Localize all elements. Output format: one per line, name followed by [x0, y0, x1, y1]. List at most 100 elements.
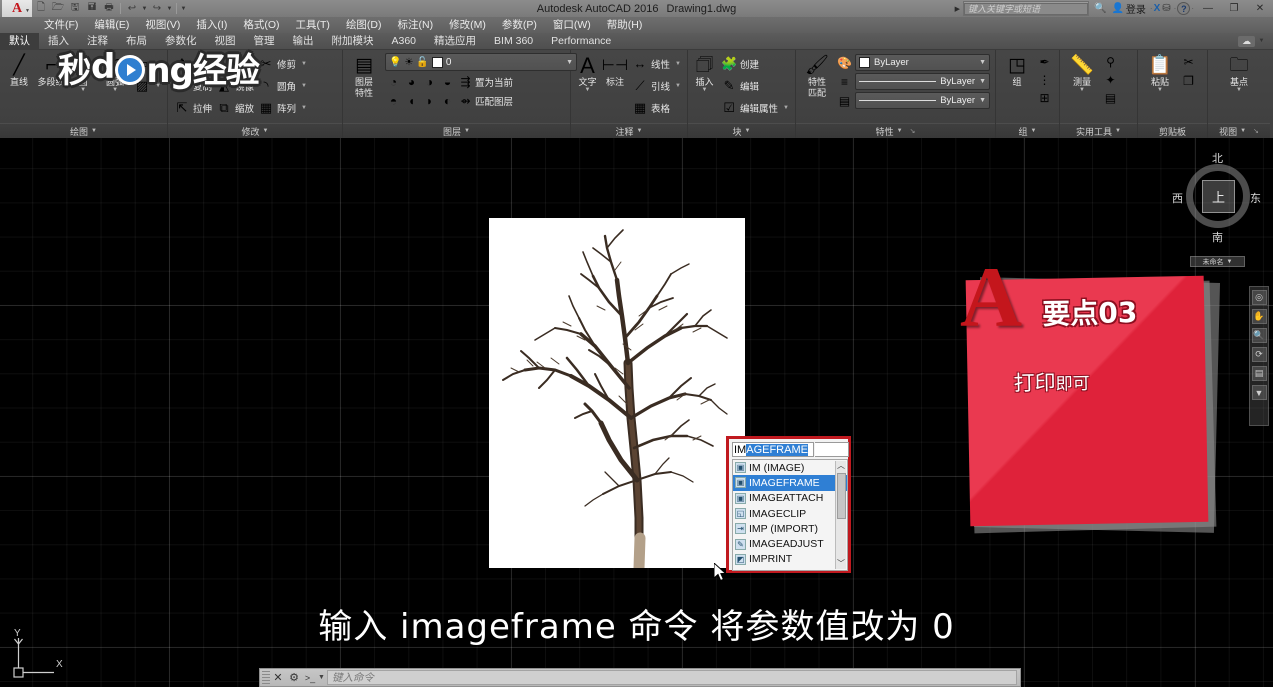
chevron-down-icon[interactable]: ▼ [155, 83, 161, 89]
layer-tool-icon[interactable]: ◒ [439, 73, 456, 90]
command-autocomplete-popup[interactable]: IMAGEFRAME ▣ IM (IMAGE) ▣ IMAGEFRAME ▣ I… [726, 436, 851, 573]
chevron-down-icon[interactable]: ▼ [301, 61, 307, 67]
scroll-down-icon[interactable]: ﹀ [837, 559, 845, 569]
chevron-down-icon[interactable]: ▼ [979, 97, 986, 104]
chevron-down-icon[interactable]: ▼ [263, 128, 269, 134]
suggestion-item-imageattach[interactable]: ▣ IMAGEATTACH [733, 491, 847, 506]
minimize-button[interactable]: — [1195, 0, 1221, 17]
ungroup-icon[interactable]: ✒ [1036, 53, 1053, 70]
chevron-down-icon[interactable]: ▼ [155, 61, 161, 67]
chevron-down-icon[interactable]: ▼ [1079, 87, 1085, 93]
tab-insert[interactable]: 插入 [39, 33, 78, 50]
pan-icon[interactable]: ✋ [1251, 309, 1267, 324]
chevron-down-icon[interactable]: ▼ [1240, 128, 1246, 134]
panel-clipboard-label[interactable]: 剪贴板 [1138, 123, 1207, 138]
dialog-launcher-icon[interactable]: ↘ [1253, 127, 1259, 135]
command-suggestion-list[interactable]: ▣ IM (IMAGE) ▣ IMAGEFRAME ▣ IMAGEATTACH … [732, 459, 848, 571]
tab-parametric[interactable]: 参数化 [156, 33, 206, 50]
chevron-down-icon[interactable]: ▼ [301, 83, 307, 89]
qat-customize-chevron-icon[interactable]: ▼ [180, 6, 187, 12]
menu-item-window[interactable]: 窗口(W) [545, 17, 599, 33]
arc-button[interactable]: ◜ 圆弧 ▼ [100, 53, 130, 93]
panel-modify-label[interactable]: 修改 ▼ [168, 123, 342, 138]
edit-block-button[interactable]: ✎ 编辑 [719, 75, 791, 96]
chevron-down-icon[interactable]: ▼ [745, 128, 751, 134]
group-button[interactable]: ◳ 组 [1000, 53, 1034, 87]
scroll-up-icon[interactable]: ︿ [837, 461, 845, 471]
lineweight-icon[interactable]: ▤ [836, 92, 853, 109]
compass-north[interactable]: 北 [1212, 150, 1223, 166]
suggestion-item-import[interactable]: ⇥ IMP (IMPORT) [733, 521, 847, 536]
polyline-button[interactable]: ⌐ 多段线 [36, 53, 66, 87]
tab-layout[interactable]: 布局 [117, 33, 156, 50]
layer-set-current-icon[interactable]: ⇶ [457, 73, 474, 90]
drawing-canvas[interactable]: IMAGEFRAME ▣ IM (IMAGE) ▣ IMAGEFRAME ▣ I… [0, 138, 1273, 687]
close-icon[interactable]: ✕ [270, 671, 286, 684]
tab-annotate[interactable]: 注释 [78, 33, 117, 50]
steering-wheel-icon[interactable]: ◎ [1251, 290, 1267, 305]
chevron-down-icon[interactable]: ▼ [318, 674, 325, 681]
edit-attribute-button[interactable]: ☑ 编辑属性 ▼ [719, 97, 791, 118]
chevron-down-icon[interactable]: ▼ [1031, 128, 1037, 134]
suggestion-item-imageclip[interactable]: ◱ IMAGECLIP [733, 506, 847, 521]
tab-view[interactable]: 视图 [206, 33, 245, 50]
tab-manage[interactable]: 管理 [245, 33, 284, 50]
layer-tool-icon[interactable]: ◔ [385, 73, 402, 90]
create-block-button[interactable]: 🧩 创建 [719, 53, 791, 74]
menu-item-file[interactable]: 文件(F) [36, 17, 86, 33]
search-input[interactable]: 键入关键字或短语 [964, 2, 1089, 15]
match-properties-button[interactable]: 🖌 特性 匹配 [800, 53, 834, 98]
base-point-button[interactable]: 🗀 基点 ▼ [1217, 53, 1261, 93]
panel-block-label[interactable]: 块 ▼ [688, 123, 795, 138]
panel-properties-label[interactable]: 特性 ▼ ↘ [796, 123, 995, 138]
navigation-bar[interactable]: ◎ ✋ 🔍 ⟳ ▤ ▼ [1249, 286, 1269, 426]
chevron-down-icon[interactable]: ▼ [80, 87, 86, 93]
menu-item-format[interactable]: 格式(O) [235, 17, 287, 33]
circle-button[interactable]: ◯ 圆 ▼ [68, 53, 98, 93]
suggestion-item-imageframe[interactable]: ▣ IMAGEFRAME [733, 475, 847, 491]
linetype-icon[interactable]: ≡ [836, 73, 853, 90]
leader-button[interactable]: ⟋ 引线 ▼ [630, 75, 683, 96]
redo-icon[interactable]: ↪ [149, 1, 165, 16]
save-icon[interactable]: 🖫 [67, 1, 83, 16]
layer-tool-icon[interactable]: ◐ [439, 92, 456, 109]
chevron-down-icon[interactable]: ▼ [1157, 87, 1163, 93]
search-expand-icon[interactable]: ▶ [952, 5, 963, 13]
line-button[interactable]: ╱ 直线 [4, 53, 34, 87]
panel-utilities-label[interactable]: 实用工具 ▼ [1060, 123, 1137, 138]
bare-tree-image[interactable] [489, 218, 745, 568]
drag-handle[interactable] [262, 670, 270, 685]
color-wheel-icon[interactable]: 🎨 [836, 54, 853, 71]
tab-featured-apps[interactable]: 精选应用 [425, 33, 485, 50]
layer-tool-icon[interactable]: ◗ [421, 92, 438, 109]
suggestion-item-imageadjust[interactable]: ✎ IMAGEADJUST [733, 536, 847, 551]
paste-button[interactable]: 📋 粘贴 ▼ [1142, 53, 1178, 93]
chevron-down-icon[interactable]: ▼ [675, 61, 681, 67]
trim-button[interactable]: ✂ 修剪 ▼ [256, 53, 309, 74]
redo-chevron-down-icon[interactable]: ▼ [166, 6, 173, 12]
suggestion-item-imprint[interactable]: ◩ IMPRINT [733, 552, 847, 567]
layer-tool-icon[interactable]: ◕ [403, 73, 420, 90]
sun-icon[interactable]: ☀ [404, 57, 413, 68]
chevron-down-icon[interactable]: ▼ [783, 105, 789, 111]
chevron-down-icon[interactable]: ▼ [584, 87, 590, 93]
view-cube-top-face[interactable]: 上 [1202, 180, 1235, 213]
menu-item-draw[interactable]: 绘图(D) [338, 17, 390, 33]
layer-tool-icon[interactable]: ◑ [421, 73, 438, 90]
chevron-down-icon[interactable]: ▼ [897, 128, 903, 134]
menu-item-tools[interactable]: 工具(T) [288, 17, 338, 33]
tab-bim360[interactable]: BIM 360 [485, 33, 542, 50]
chevron-down-icon[interactable]: ▼ [301, 105, 307, 111]
compass-south[interactable]: 南 [1212, 229, 1223, 245]
new-icon[interactable]: 🗋 [33, 1, 49, 16]
chevron-down-icon[interactable]: ▼ [979, 59, 986, 66]
bulb-icon[interactable]: 💡 [389, 57, 401, 68]
save-as-icon[interactable]: 🖬 [84, 1, 100, 16]
chevron-down-icon[interactable]: ▼ [702, 87, 708, 93]
copy-clip-icon[interactable]: ❐ [1180, 72, 1197, 89]
menu-item-insert[interactable]: 插入(I) [188, 17, 235, 33]
exchange-apps-icon[interactable]: X [1154, 3, 1161, 14]
menu-item-modify[interactable]: 修改(M) [441, 17, 494, 33]
chevron-down-icon[interactable]: ▼ [675, 83, 681, 89]
group-selection-icon[interactable]: ⊞ [1036, 89, 1053, 106]
